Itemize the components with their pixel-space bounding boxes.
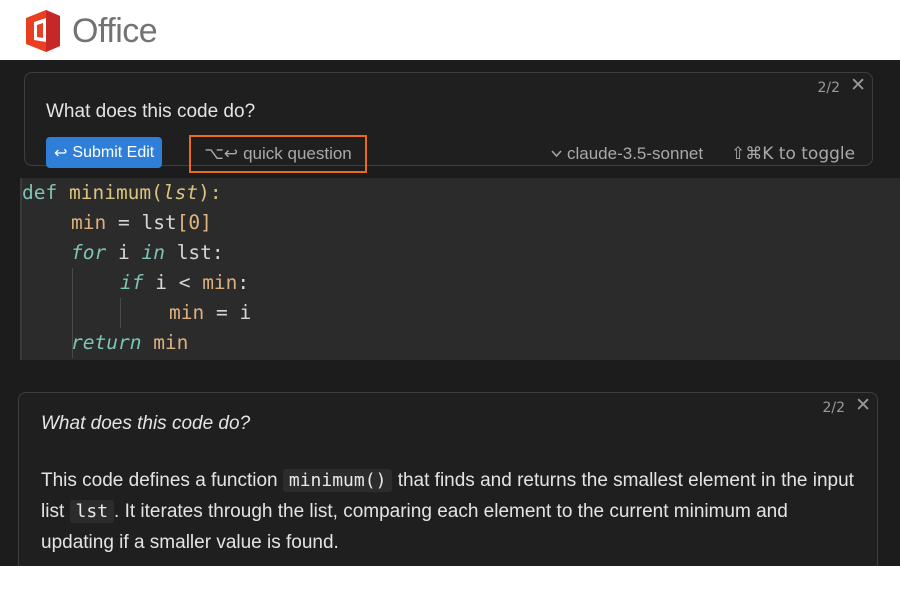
close-icon[interactable]: ✕ bbox=[855, 396, 871, 415]
code-line-5: min = i bbox=[169, 301, 252, 324]
inline-code: minimum() bbox=[282, 469, 393, 492]
submit-edit-button[interactable]: ↩ Submit Edit bbox=[46, 137, 163, 168]
edit-prompt-box: 2/2 ✕ What does this code do? ↩ Submit E… bbox=[24, 72, 873, 173]
toggle-shortcut-hint: ⇧⌘K to toggle bbox=[731, 144, 856, 164]
quick-question-label: quick question bbox=[243, 144, 352, 163]
code-block[interactable]: def minimum(lst): min = lst[0] for i in … bbox=[20, 178, 900, 360]
option-return-icon: ⌥↩ bbox=[204, 144, 239, 163]
close-icon[interactable]: ✕ bbox=[850, 76, 866, 95]
submit-edit-label: Submit Edit bbox=[72, 143, 155, 161]
answer-text: This code defines a function minimum() t… bbox=[41, 469, 854, 553]
editor-area: 2/2 ✕ What does this code do? ↩ Submit E… bbox=[0, 60, 900, 582]
model-selector[interactable]: claude-3.5-sonnet bbox=[551, 144, 703, 164]
code-line-1: def minimum(lst): bbox=[22, 181, 222, 204]
code-line-2: min = lst[0] bbox=[71, 211, 212, 234]
return-icon: ↩ bbox=[54, 144, 68, 162]
office-logo-text: Office bbox=[72, 11, 158, 50]
code-line-6: return min bbox=[71, 331, 189, 354]
answer-counter: 2/2 bbox=[822, 400, 845, 416]
bottom-strip bbox=[0, 566, 900, 600]
quick-question-button[interactable]: ⌥↩ quick question bbox=[189, 135, 367, 173]
answer-question: What does this code do? bbox=[41, 413, 251, 434]
office-logo: Office bbox=[20, 6, 158, 56]
model-name: claude-3.5-sonnet bbox=[567, 144, 704, 163]
prompt-counter: 2/2 bbox=[817, 80, 840, 96]
code-line-4: if i < min: bbox=[120, 271, 250, 294]
answer-panel: 2/2 ✕ What does this code do? This code … bbox=[18, 392, 878, 582]
prompt-input[interactable]: What does this code do? bbox=[46, 101, 255, 123]
code-line-3: for i in lst: bbox=[71, 241, 224, 264]
office-logo-icon bbox=[26, 10, 60, 52]
indent-guide bbox=[120, 298, 121, 328]
chevron-down-icon bbox=[551, 150, 562, 158]
inline-code: lst bbox=[69, 500, 115, 523]
